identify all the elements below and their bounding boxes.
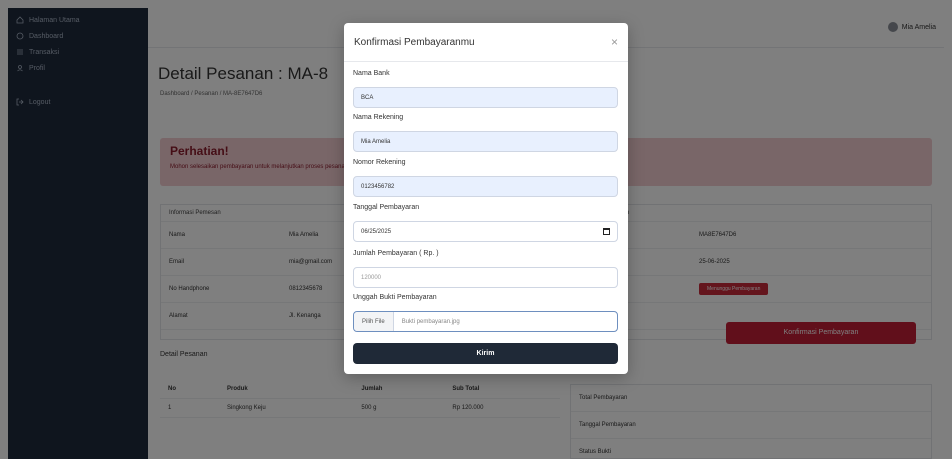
bank-name-input[interactable]: BCA [353, 87, 618, 108]
account-number-input[interactable]: 0123456782 [353, 176, 618, 197]
calendar-icon[interactable] [603, 228, 610, 235]
upload-proof-label: Unggah Bukti Pembayaran [353, 294, 437, 301]
submit-button[interactable]: Kirim [353, 343, 618, 364]
payment-date-input[interactable]: 06/25/2025 [353, 221, 618, 242]
account-name-label: Nama Rekening [353, 114, 404, 121]
payment-date-label: Tanggal Pembayaran [353, 204, 420, 211]
file-name: Bukti pembayaran.jpg [401, 318, 460, 325]
modal-title: Konfirmasi Pembayaranmu [354, 37, 475, 48]
account-number-label: Nomor Rekening [353, 159, 406, 166]
payment-amount-label: Jumlah Pembayaran ( Rp. ) [353, 250, 439, 257]
upload-proof-input[interactable]: Pilih File Bukti pembayaran.jpg [353, 311, 618, 332]
payment-confirmation-modal: Konfirmasi Pembayaranmu × Nama Bank BCA … [344, 23, 628, 374]
payment-amount-input[interactable]: 120000 [353, 267, 618, 288]
payment-date-value: 06/25/2025 [361, 228, 392, 235]
divider [344, 61, 628, 62]
bank-name-label: Nama Bank [353, 70, 390, 77]
choose-file-button[interactable]: Pilih File [354, 312, 394, 331]
close-icon[interactable]: × [611, 35, 618, 49]
account-name-input[interactable]: Mia Amelia [353, 131, 618, 152]
